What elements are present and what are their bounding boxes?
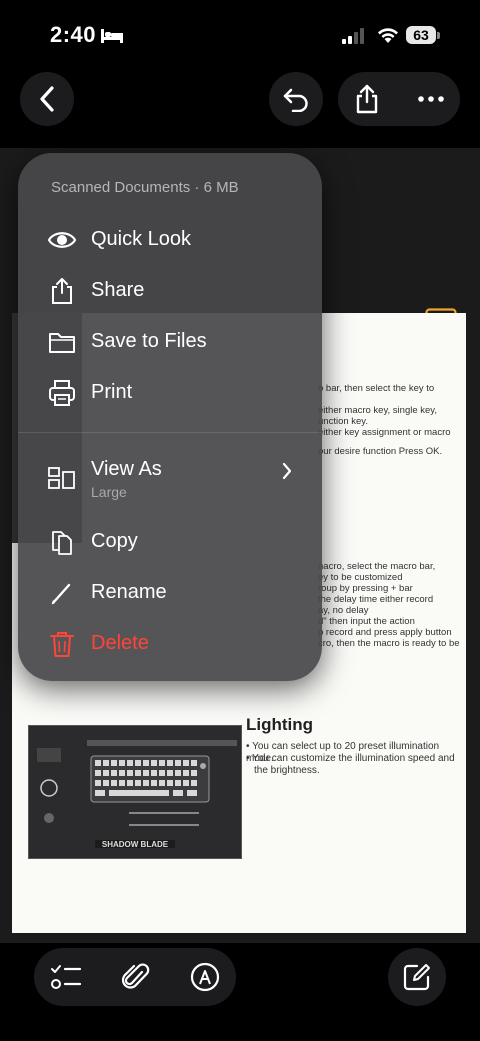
status-time: 2:40: [50, 22, 97, 47]
context-menu: Scanned Documents · 6 MB Quick Look Shar…: [18, 153, 322, 681]
trash-icon: [50, 632, 74, 657]
menu-item-quick-look[interactable]: Quick Look: [18, 218, 322, 262]
compose-icon: [403, 964, 430, 991]
printer-icon: [49, 380, 75, 406]
menu-item-label: Print: [91, 381, 133, 403]
new-note-button[interactable]: [388, 948, 446, 1006]
menu-header: Scanned Documents · 6 MB: [51, 179, 239, 196]
doc-line: roup by pressing + bar: [318, 583, 413, 594]
menu-item-label: Quick Look: [91, 228, 192, 250]
chevron-left-icon: [40, 86, 54, 112]
share-icon[interactable]: [354, 84, 380, 114]
battery-tip: [437, 32, 440, 39]
menu-item-label: Rename: [91, 581, 167, 603]
chevron-right-icon: [282, 462, 292, 480]
markup-pen-icon[interactable]: [190, 962, 220, 992]
keyboard-illustration: SHADOW BLADE: [29, 726, 241, 858]
doc-line: our desire function Press OK.: [318, 446, 443, 457]
share-icon: [52, 278, 72, 304]
menu-item-label: Copy: [91, 530, 138, 552]
battery-level: 63: [406, 26, 436, 44]
menu-item-rename[interactable]: Rename: [18, 571, 322, 615]
doc-line: either macro key, single key,: [318, 405, 437, 416]
menu-item-save-to-files[interactable]: Save to Files: [18, 320, 322, 364]
menu-item-copy[interactable]: Copy: [18, 520, 322, 564]
doc-line: the delay time either record: [318, 594, 434, 605]
menu-item-view-as[interactable]: View As Large: [18, 448, 322, 504]
menu-item-label: Delete: [91, 632, 149, 654]
undo-icon: [283, 88, 308, 112]
menu-item-print[interactable]: Print: [18, 371, 322, 415]
menu-item-label: View As: [91, 458, 162, 480]
doc-line: cro, then the macro is ready to be: [318, 638, 460, 649]
doc-line: d" then input the action: [318, 616, 415, 627]
keyboard-product-image: SHADOW BLADE: [28, 725, 242, 859]
lighting-bullet: the brightness.: [254, 765, 320, 776]
folder-icon: [49, 333, 75, 353]
doc-line: o bar, then select the key to: [318, 383, 435, 394]
checklist-icon[interactable]: [50, 963, 82, 991]
menu-item-sublabel: Large: [91, 484, 127, 500]
menu-item-share[interactable]: Share: [18, 269, 322, 313]
actions-pill: [338, 72, 460, 126]
eye-icon: [47, 232, 77, 248]
pencil-icon: [51, 583, 71, 605]
menu-separator: [18, 432, 322, 433]
cellular-signal-icon: [342, 28, 364, 44]
doc-line: unction key.: [318, 416, 368, 427]
doc-line: ey to be customized: [318, 572, 403, 583]
tools-pill: [34, 948, 236, 1006]
wifi-icon: [378, 28, 398, 43]
status-bar: 2:40 63: [0, 0, 480, 72]
undo-button[interactable]: [269, 72, 323, 126]
menu-item-delete[interactable]: Delete: [18, 622, 322, 666]
doc-line: ay, no delay: [318, 605, 369, 616]
copy-icon: [52, 531, 72, 555]
doc-line: nacro, select the macro bar,: [318, 561, 436, 572]
menu-item-label: Save to Files: [91, 330, 207, 352]
menu-item-label: Share: [91, 279, 145, 301]
sleep-focus-icon: [101, 29, 123, 43]
view-as-icon: [48, 467, 75, 489]
image-caption: SHADOW BLADE: [102, 840, 169, 849]
more-icon[interactable]: [418, 96, 444, 102]
doc-line: either key assignment or macro: [318, 427, 451, 438]
back-button[interactable]: [20, 72, 74, 126]
paperclip-icon[interactable]: [122, 962, 150, 992]
lighting-bullet: • You can customize the illumination spe…: [246, 753, 455, 764]
doc-line: p record and press apply button: [318, 627, 452, 638]
lighting-heading: Lighting: [246, 715, 314, 734]
